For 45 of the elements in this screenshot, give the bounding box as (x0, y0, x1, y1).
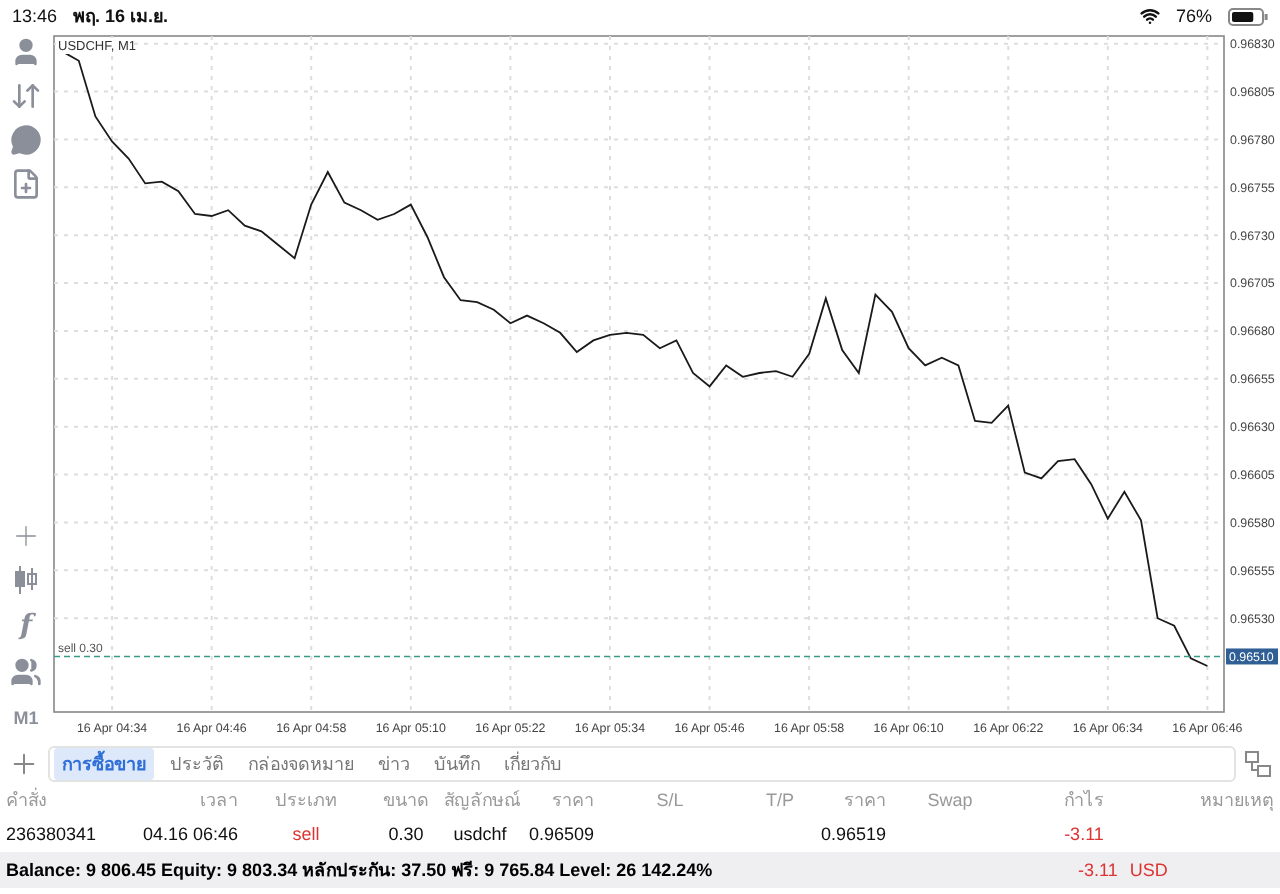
indicator-button[interactable]: f (19, 608, 33, 644)
table-cell-text: sell (290, 824, 322, 844)
wifi-icon (1139, 6, 1160, 26)
tab[interactable]: การซื้อขาย (54, 748, 154, 780)
column-header: T/P (763, 790, 796, 810)
column-header: ราคา (842, 788, 888, 814)
table-cell-text: 0.96509 (526, 824, 596, 844)
battery-icon (1228, 7, 1268, 25)
arrows-icon[interactable] (10, 80, 42, 112)
layout-icon[interactable] (1244, 750, 1272, 778)
battery-percent: 76% (1175, 6, 1212, 26)
date: พฤ. 16 เม.ย. (73, 4, 169, 30)
tab[interactable]: ข่าว (370, 748, 418, 780)
column-header: ขนาด (381, 788, 431, 814)
person-icon[interactable] (10, 36, 42, 68)
chat-icon[interactable] (10, 124, 42, 156)
column-header: S/L (654, 790, 686, 810)
add-button[interactable] (8, 748, 40, 780)
tab[interactable]: เกี่ยวกับ (496, 748, 570, 780)
table-cell-text: 236380341 (4, 824, 99, 844)
column-header: สัญลักษณ์ (444, 788, 516, 814)
table-cell-text: usdchf (451, 824, 509, 844)
column-header: Swap (925, 790, 975, 810)
currency: USD (1129, 860, 1168, 880)
column-header: ประเภท (273, 788, 339, 814)
total-profit: -3.11 (1078, 860, 1118, 880)
column-header: กำไร (1062, 788, 1106, 814)
table-cell-text: 0.30 (386, 824, 426, 844)
column-header: คำสั่ง (4, 786, 48, 814)
crosshair-icon[interactable] (10, 520, 42, 552)
clock: 13:46 (12, 6, 58, 26)
tab[interactable]: บันทึก (426, 748, 488, 780)
table-cell-text: 0.96519 (820, 824, 888, 844)
candlestick-icon[interactable] (12, 564, 40, 596)
column-header: เวลา (198, 788, 240, 814)
document-plus-icon[interactable] (10, 168, 42, 200)
timeframe-button[interactable]: M1 (13, 700, 39, 736)
table-cell-text: -3.11 (1062, 824, 1106, 844)
tab[interactable]: กล่องจดหมาย (240, 748, 362, 780)
column-header: หมายเหตุ (1198, 788, 1276, 814)
people-icon[interactable] (10, 656, 42, 688)
account-summary: Balance: 9 806.45 Equity: 9 803.34 หลักประกัน: 37.50 ฟรี: 9 765.84 Level: 26 142.24% (4, 858, 715, 884)
column-header: ราคา (550, 788, 596, 814)
table-cell-text: 04.16 06:46 (140, 824, 240, 844)
tab[interactable]: ประวัติ (162, 748, 232, 780)
